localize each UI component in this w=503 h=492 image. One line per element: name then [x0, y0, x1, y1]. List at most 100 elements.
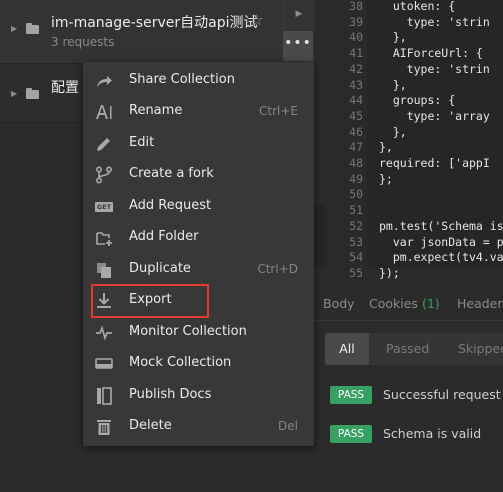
code-text: }; [379, 171, 393, 186]
menu-item-publish-docs[interactable]: Publish Docs [83, 380, 314, 411]
share-icon [95, 72, 113, 90]
code-text: groups: { [379, 93, 456, 108]
code-text: }, [379, 30, 407, 45]
code-text: AIForceUrl: { [379, 46, 483, 61]
line-number: 44 [349, 93, 363, 108]
menu-label: Add Folder [129, 229, 199, 244]
code-text: pm.expect(tv4.va [379, 250, 503, 265]
menu-label: Monitor Collection [129, 324, 247, 339]
code-text: required: ['appI [379, 156, 490, 170]
menu-item-create-fork[interactable]: Create a fork [83, 159, 314, 190]
add-folder-icon [95, 229, 113, 247]
menu-item-add-folder[interactable]: Add Folder [83, 222, 314, 253]
collection-name: 配置 [51, 80, 79, 96]
code-line: 46 }, [325, 125, 503, 141]
code-text: }, [379, 77, 407, 92]
code-line: 43 }, [325, 78, 503, 94]
code-editor[interactable]: 38 utoken: {39 type: 'strin 40 }, 41 AIFor… [325, 0, 503, 280]
code-line: 50 [325, 187, 503, 203]
code-text: var jsonData = p [379, 234, 503, 249]
menu-item-edit[interactable]: Edit [83, 128, 314, 159]
line-number: 46 [349, 124, 363, 139]
get-badge-text: GET [95, 202, 113, 212]
line-number: 53 [349, 234, 363, 249]
line-number: 39 [349, 14, 363, 29]
menu-shortcut: Ctrl+D [257, 262, 298, 276]
menu-item-delete[interactable]: Delete Del [83, 411, 314, 442]
code-line: 41 AIForceUrl: { [325, 46, 503, 62]
code-line: 44 groups: { [325, 93, 503, 109]
cookies-count: (1) [421, 296, 440, 311]
collection-item[interactable]: ▶ im-manage-server自动api测试 3 requests ☆ ▶… [0, 0, 314, 64]
filter-passed[interactable]: Passed [386, 333, 429, 365]
tab-headers[interactable]: Headers [457, 296, 503, 311]
code-text: }); [379, 265, 400, 280]
caret-right-icon[interactable]: ▶ [11, 89, 17, 98]
code-text: }, [379, 124, 407, 139]
menu-label: Rename [129, 103, 183, 118]
line-number: 45 [349, 108, 363, 123]
code-line: 53 var jsonData = p [325, 235, 503, 251]
star-icon[interactable]: ☆ [250, 11, 263, 29]
code-line: 54 pm.expect(tv4.va [325, 250, 503, 266]
code-line: 49}; [325, 172, 503, 188]
docs-icon [95, 387, 113, 405]
menu-label: Create a fork [129, 166, 214, 181]
code-line: 40 }, [325, 30, 503, 46]
line-number: 54 [349, 250, 363, 265]
get-request-icon: GET [95, 198, 113, 216]
line-number: 40 [349, 30, 363, 45]
code-line: 38 utoken: { [325, 0, 503, 15]
line-number: 55 [349, 265, 363, 280]
filter-all[interactable]: All [325, 333, 369, 365]
collection-context-menu: Share Collection Rename Ctrl+E Edit Crea… [83, 62, 314, 446]
menu-label: Mock Collection [129, 355, 232, 370]
line-number: 42 [349, 61, 363, 76]
folder-icon [26, 23, 39, 34]
menu-label: Share Collection [129, 72, 235, 87]
menu-label: Publish Docs [129, 387, 212, 402]
menu-item-rename[interactable]: Rename Ctrl+E [83, 96, 314, 127]
line-number: 51 [349, 203, 363, 218]
menu-item-share-collection[interactable]: Share Collection [83, 65, 314, 96]
test-name: Schema is valid [383, 426, 482, 441]
code-line: 39 type: 'strin [325, 15, 503, 31]
monitor-icon [95, 324, 113, 342]
trash-icon [95, 418, 113, 436]
folder-icon [26, 88, 39, 99]
tab-cookies-label: Cookies [369, 296, 418, 311]
code-text: type: 'strin [379, 61, 490, 76]
menu-label: Edit [129, 135, 155, 150]
menu-item-add-request[interactable]: GET Add Request [83, 191, 314, 222]
menu-label: Duplicate [129, 261, 191, 276]
pass-badge: PASS [330, 386, 372, 404]
more-icon[interactable]: ••• [283, 31, 313, 61]
menu-label: Add Request [129, 198, 212, 213]
test-filter: All Passed Skipped [325, 333, 503, 365]
chevron-right-icon[interactable]: ▶ [283, 0, 314, 31]
tab-cookies[interactable]: Cookies (1) [369, 296, 440, 311]
code-text: type: 'strin [379, 14, 490, 29]
export-highlight-box [91, 284, 209, 318]
menu-shortcut: Ctrl+E [259, 104, 298, 118]
menu-label: Delete [129, 418, 172, 433]
rename-icon [95, 103, 113, 121]
code-line: 45 type: 'array [325, 109, 503, 125]
tab-body[interactable]: Body [323, 296, 355, 311]
menu-item-monitor-collection[interactable]: Monitor Collection [83, 317, 314, 348]
line-number: 41 [349, 46, 363, 61]
pencil-icon [95, 135, 113, 153]
code-text: pm.test('Schema is [379, 218, 503, 233]
code-line: 47}, [325, 140, 503, 156]
code-text: utoken: { [379, 0, 456, 13]
test-name: Successful request [383, 387, 501, 402]
filter-skipped[interactable]: Skipped [458, 333, 503, 365]
pass-badge: PASS [330, 425, 372, 443]
caret-right-icon[interactable]: ▶ [11, 24, 17, 33]
code-line: 51 [325, 203, 503, 219]
line-number: 48 [349, 156, 363, 170]
line-number: 50 [349, 187, 363, 202]
menu-item-duplicate[interactable]: Duplicate Ctrl+D [83, 254, 314, 285]
menu-item-mock-collection[interactable]: Mock Collection [83, 348, 314, 379]
code-text: type: 'array [379, 108, 490, 123]
